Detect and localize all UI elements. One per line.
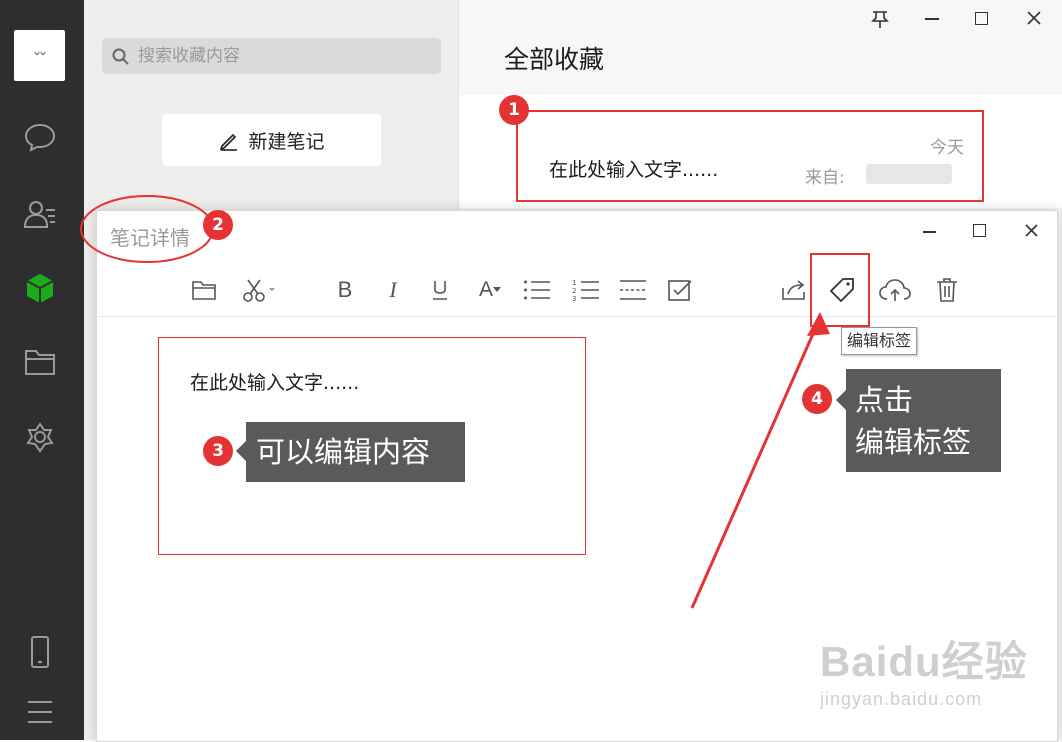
font-color-icon[interactable]: A — [472, 272, 508, 308]
pin-icon[interactable] — [871, 10, 889, 35]
cloud-upload-icon[interactable] — [877, 272, 913, 308]
phone-icon[interactable] — [20, 632, 60, 672]
favorites-cube-icon[interactable] — [20, 268, 60, 308]
highlight-box-1 — [516, 110, 984, 202]
note-maximize-icon[interactable] — [973, 224, 986, 237]
new-note-label: 新建笔记 — [248, 130, 325, 153]
italic-icon[interactable]: I — [375, 272, 411, 308]
minimize-icon[interactable] — [925, 18, 939, 20]
open-folder-icon[interactable] — [186, 272, 222, 308]
menu-icon[interactable] — [20, 692, 60, 732]
watermark-url: jingyan.baidu.com — [820, 689, 983, 709]
divider-icon[interactable] — [615, 272, 651, 308]
step-badge-3: 3 — [203, 436, 233, 466]
search-icon — [112, 48, 129, 65]
scissors-icon[interactable] — [238, 272, 278, 308]
search-placeholder: 搜索收藏内容 — [138, 46, 240, 66]
note-minimize-icon[interactable] — [923, 231, 936, 233]
callout-3: 可以编辑内容 — [246, 422, 465, 482]
trash-icon[interactable] — [929, 272, 965, 308]
step-badge-2: 2 — [203, 210, 233, 240]
underline-icon[interactable] — [422, 272, 458, 308]
bullet-list-icon[interactable] — [519, 272, 555, 308]
contacts-icon[interactable] — [20, 194, 60, 234]
callout-4-line1: 点击 — [855, 383, 914, 417]
search-input[interactable]: 搜索收藏内容 — [102, 38, 441, 74]
folder-icon[interactable] — [20, 342, 60, 382]
highlight-ellipse-2 — [80, 195, 214, 263]
close-icon[interactable] — [1026, 10, 1042, 30]
avatar[interactable] — [14, 30, 65, 81]
toolbar-divider — [96, 316, 1056, 317]
pencil-icon — [220, 133, 238, 151]
callout-4: 点击 编辑标签 — [846, 369, 1001, 472]
callout-4-line2: 编辑标签 — [855, 425, 972, 459]
callout-3-arrow — [236, 441, 246, 461]
new-note-button[interactable]: 新建笔记 — [162, 114, 381, 166]
page-title: 全部收藏 — [504, 45, 605, 74]
bold-icon[interactable]: B — [327, 272, 363, 308]
svg-text:2: 2 — [572, 287, 576, 295]
baidu-watermark: Baidu经验 jingyan.baidu.com — [820, 628, 1028, 710]
svg-text:3: 3 — [572, 295, 576, 303]
maximize-icon[interactable] — [975, 12, 988, 25]
edit-tag-tooltip: 编辑标签 — [841, 327, 918, 355]
sidebar — [0, 0, 84, 740]
mini-programs-icon[interactable] — [20, 418, 60, 458]
numbered-list-icon[interactable]: 123 — [568, 272, 604, 308]
chat-icon[interactable] — [20, 117, 60, 157]
note-close-icon[interactable] — [1024, 223, 1039, 242]
pointer-arrow — [690, 312, 830, 609]
watermark-brand: Baidu经验 — [820, 638, 1028, 685]
svg-text:1: 1 — [572, 279, 576, 287]
step-badge-1: 1 — [499, 95, 529, 125]
